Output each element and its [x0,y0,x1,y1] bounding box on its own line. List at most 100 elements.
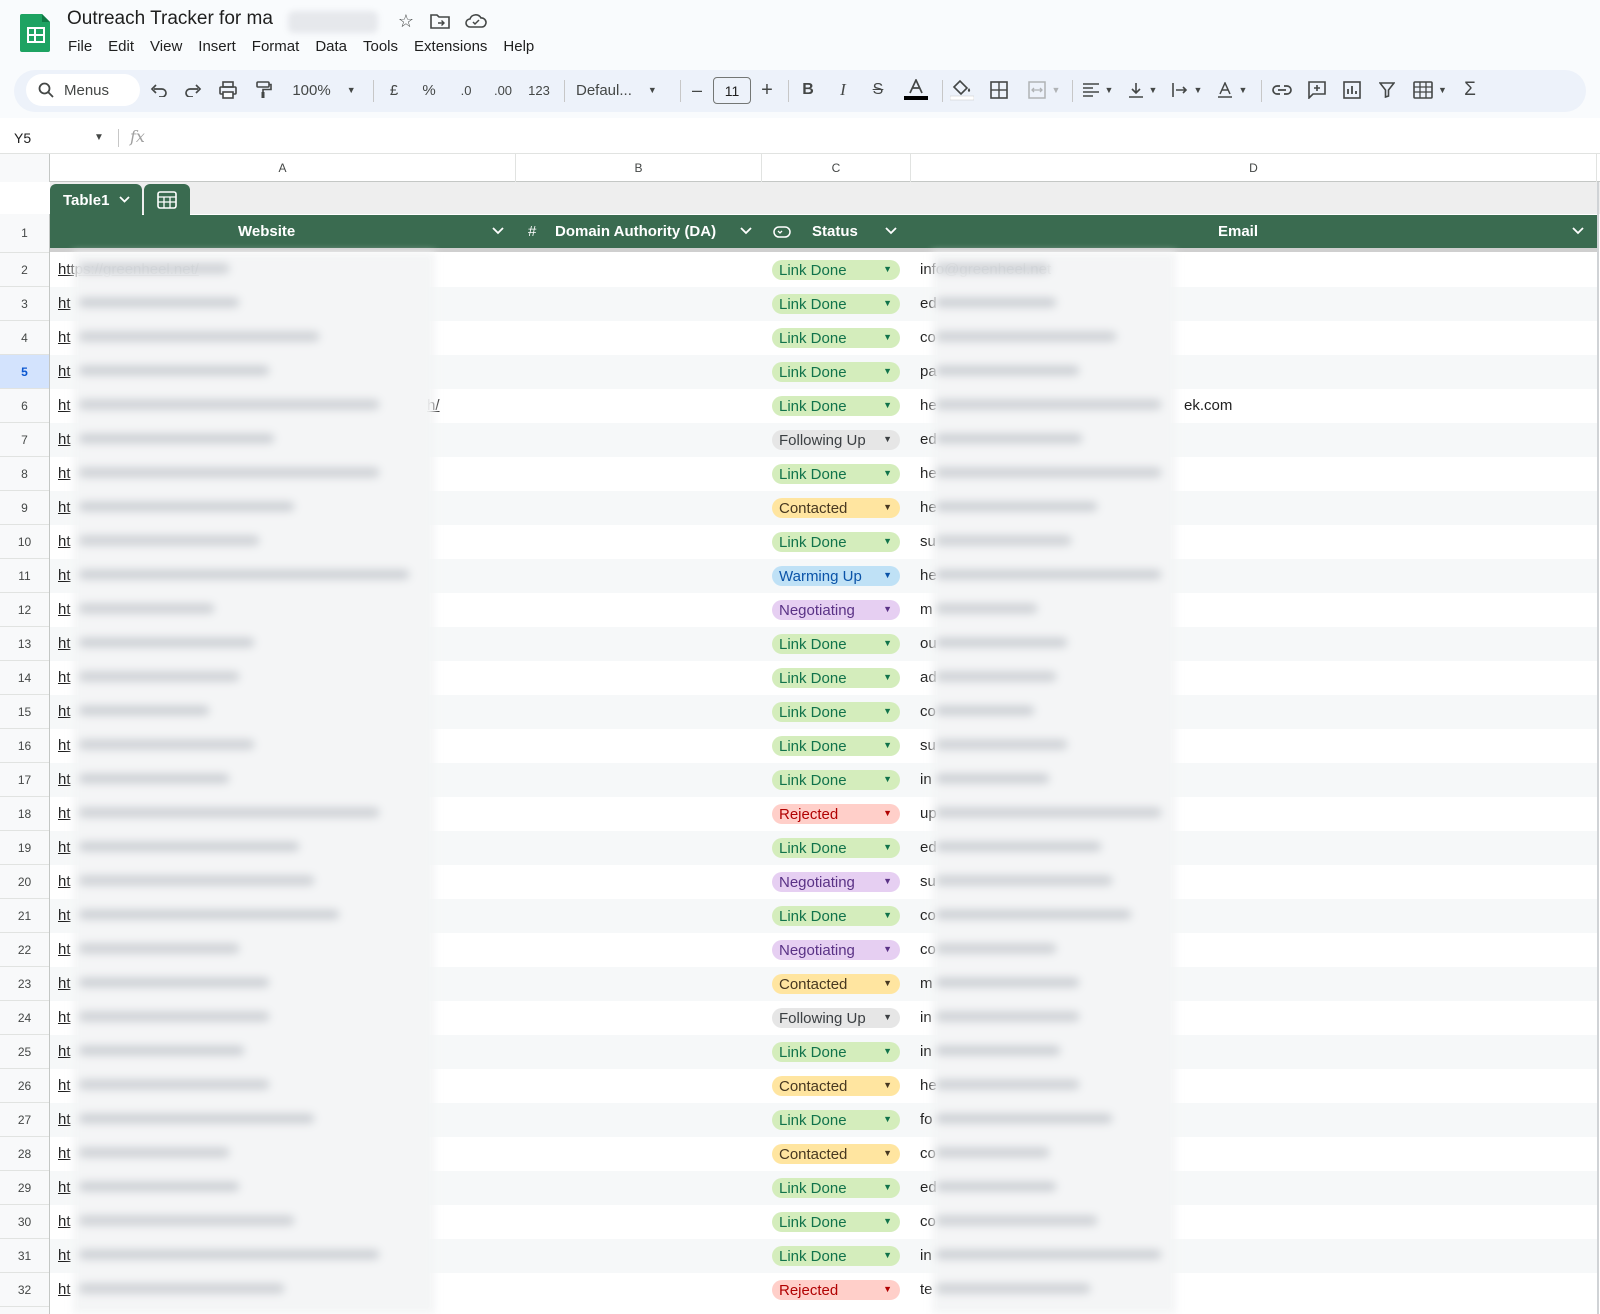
website-link[interactable]: ht [58,601,71,618]
status-chip[interactable]: Link Done ▼ [772,770,900,790]
website-link[interactable]: ht [58,431,71,448]
paint-format-icon[interactable] [251,74,275,106]
row-header[interactable]: 29 [0,1171,49,1205]
decrease-font-size-button[interactable]: – [688,74,706,106]
website-link[interactable]: ht [58,363,71,380]
status-chip[interactable]: Link Done ▼ [772,702,900,722]
status-chip[interactable]: Following Up ▼ [772,1008,900,1028]
text-color-icon[interactable] [903,74,929,106]
header-domain-authority[interactable]: Domain Authority (DA) [555,215,716,248]
website-link[interactable]: ht [58,907,71,924]
email-cell-tail[interactable]: ek.com [1184,397,1232,414]
header-email[interactable]: Email [1218,215,1258,248]
table-view-icon[interactable]: ▼ [1410,74,1450,106]
status-chip[interactable]: Link Done ▼ [772,362,900,382]
website-link[interactable]: ht [58,873,71,890]
website-link[interactable]: ht [58,499,71,516]
row-header[interactable]: 32 [0,1273,49,1307]
row-header[interactable]: 24 [0,1001,49,1035]
row-header[interactable]: 8 [0,457,49,491]
status-chip[interactable]: Link Done ▼ [772,396,900,416]
website-link[interactable]: ht [58,567,71,584]
email-cell[interactable]: in [920,771,932,788]
menu-help[interactable]: Help [495,36,542,57]
row-header[interactable]: 3 [0,287,49,321]
table-name-tab[interactable]: Table1 [50,184,142,216]
status-chip[interactable]: Link Done ▼ [772,1178,900,1198]
website-link[interactable]: ht [58,737,71,754]
website-link[interactable]: ht [58,533,71,550]
menu-view[interactable]: View [142,36,190,57]
row-header[interactable]: 30 [0,1205,49,1239]
status-chip[interactable]: Link Done ▼ [772,532,900,552]
menu-data[interactable]: Data [307,36,355,57]
status-chip[interactable]: Negotiating ▼ [772,600,900,620]
sheets-logo-icon[interactable] [20,12,52,52]
row-header[interactable]: 27 [0,1103,49,1137]
website-link[interactable]: ht [58,295,71,312]
chevron-down-icon[interactable] [492,226,504,238]
row-header[interactable]: 28 [0,1137,49,1171]
functions-icon[interactable]: Σ [1460,74,1480,106]
status-chip[interactable]: Contacted ▼ [772,1144,900,1164]
website-link[interactable]: ht [58,669,71,686]
status-chip[interactable]: Contacted ▼ [772,974,900,994]
filter-icon[interactable] [1376,74,1398,106]
merge-cells-icon[interactable]: ▼ [1023,74,1065,106]
row-header[interactable]: 4 [0,321,49,355]
redo-icon[interactable] [182,74,204,106]
vertical-align-icon[interactable]: ▼ [1125,74,1161,106]
status-chip[interactable]: Link Done ▼ [772,906,900,926]
row-header[interactable]: 20 [0,865,49,899]
star-icon[interactable]: ☆ [393,8,419,34]
font-family-select[interactable]: Defaul... ▼ [576,74,666,106]
website-link[interactable]: ht [58,1281,71,1298]
website-link[interactable]: ht [58,1077,71,1094]
text-wrapping-icon[interactable]: ▼ [1169,74,1205,106]
row-header[interactable]: 10 [0,525,49,559]
row-header[interactable]: 31 [0,1239,49,1273]
menu-tools[interactable]: Tools [355,36,406,57]
text-rotation-icon[interactable]: ▼ [1214,74,1250,106]
chevron-down-icon[interactable] [885,226,897,238]
column-header-b[interactable]: B [516,154,762,182]
menus-search[interactable]: Menus [26,74,140,106]
strikethrough-icon[interactable]: S [867,74,889,106]
status-chip[interactable]: Rejected ▼ [772,804,900,824]
status-chip[interactable]: Link Done ▼ [772,464,900,484]
row-header[interactable]: 21 [0,899,49,933]
status-chip[interactable]: Contacted ▼ [772,498,900,518]
row-header[interactable]: 22 [0,933,49,967]
print-icon[interactable] [216,74,240,106]
increase-decimal-button[interactable]: .00 [488,74,518,106]
row-header[interactable]: 26 [0,1069,49,1103]
header-website[interactable]: Website [238,215,295,248]
status-chip[interactable]: Link Done ▼ [772,1246,900,1266]
font-size-input[interactable]: 11 [713,77,751,104]
website-link[interactable]: ht [58,805,71,822]
website-link[interactable]: ht [58,635,71,652]
website-link[interactable]: ht [58,397,71,414]
row-header[interactable]: 6 [0,389,49,423]
status-chip[interactable]: Contacted ▼ [772,1076,900,1096]
email-cell[interactable]: m [920,601,933,618]
status-chip[interactable]: Link Done ▼ [772,1212,900,1232]
menu-edit[interactable]: Edit [100,36,142,57]
website-link[interactable]: ht [58,839,71,856]
currency-format-button[interactable]: £ [384,74,404,106]
website-link[interactable]: ht [58,1213,71,1230]
move-to-folder-icon[interactable] [427,8,453,34]
row-header[interactable]: 25 [0,1035,49,1069]
insert-comment-icon[interactable] [1305,74,1329,106]
website-link[interactable]: ht [58,329,71,346]
row-header[interactable]: 15 [0,695,49,729]
increase-font-size-button[interactable]: + [758,74,776,106]
email-cell[interactable]: fo [920,1111,933,1128]
row-header[interactable]: 16 [0,729,49,763]
email-cell[interactable]: in [920,1043,932,1060]
status-chip[interactable]: Negotiating ▼ [772,872,900,892]
row-header[interactable]: 5 [0,355,49,389]
row-header[interactable]: 13 [0,627,49,661]
website-link[interactable]: ht [58,1179,71,1196]
status-chip[interactable]: Rejected ▼ [772,1280,900,1300]
